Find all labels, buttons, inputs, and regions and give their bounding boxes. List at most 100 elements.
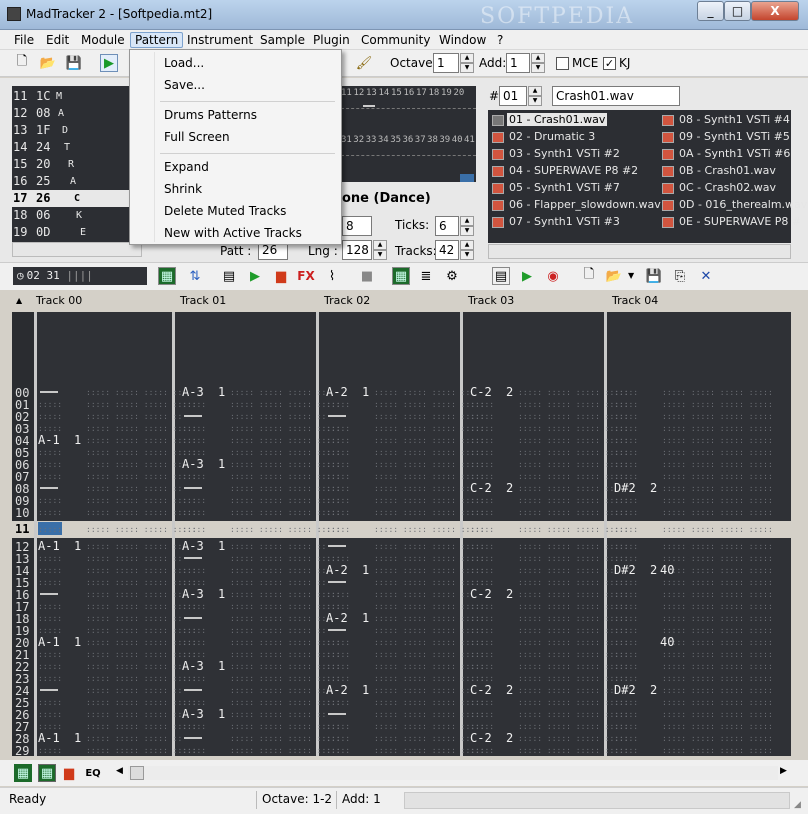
bottom-grid-icon[interactable]: ▦	[38, 764, 56, 782]
open-folder-icon[interactable]: 📂	[39, 54, 57, 72]
volume-value[interactable]: 2	[506, 587, 513, 601]
tracks-input[interactable]: 42	[435, 240, 459, 260]
bars-icon[interactable]: ▆	[272, 267, 290, 285]
note-value[interactable]: A-2	[326, 683, 348, 697]
note-off-marker[interactable]	[328, 713, 346, 715]
mce-checkbox[interactable]	[556, 57, 569, 70]
lng-up-button[interactable]: ▲	[373, 240, 387, 250]
menu-edit[interactable]: Edit	[42, 32, 73, 48]
track-header[interactable]: Track 04	[612, 294, 658, 307]
note-value[interactable]: A-1	[38, 539, 60, 553]
menu-module[interactable]: Module	[77, 32, 129, 48]
note-value[interactable]: C-2	[470, 481, 492, 495]
add-input[interactable]: 1	[506, 53, 530, 73]
tracks-down-button[interactable]: ▼	[460, 250, 474, 260]
save-sample-icon[interactable]: 💾	[645, 267, 663, 285]
lng-down-button[interactable]: ▼	[373, 250, 387, 260]
menu-window[interactable]: Window	[435, 32, 490, 48]
menu-shrink[interactable]: Shrink	[164, 182, 202, 196]
horizontal-scrollbar[interactable]	[128, 766, 778, 780]
volume-value[interactable]: 1	[218, 539, 225, 553]
note-value[interactable]: A-3	[182, 539, 204, 553]
add-up-button[interactable]: ▲	[531, 53, 545, 63]
volume-value[interactable]: 2	[506, 385, 513, 399]
volume-value[interactable]: 2	[650, 481, 657, 495]
paint-icon[interactable]: 🖌	[355, 54, 373, 72]
instrument-up-button[interactable]: ▲	[528, 86, 542, 96]
instrument-item[interactable]: 0B - Crash01.wav	[660, 163, 790, 180]
order-row[interactable]: 11 1C M	[12, 88, 142, 105]
add-down-button[interactable]: ▼	[531, 63, 545, 73]
note-off-marker[interactable]	[328, 581, 346, 583]
horizontal-scroll-thumb[interactable]	[130, 766, 144, 780]
instrument-item[interactable]: 0C - Crash02.wav	[660, 180, 790, 197]
instrument-list-scrollbar[interactable]	[488, 244, 791, 259]
volume-value[interactable]: 1	[218, 385, 225, 399]
ticks-down-button[interactable]: ▼	[460, 226, 474, 236]
track-header[interactable]: Track 03	[468, 294, 514, 307]
note-value[interactable]: A-1	[38, 433, 60, 447]
effect-value[interactable]: 40	[660, 563, 674, 577]
order-row[interactable]: 16 25 A	[12, 173, 142, 190]
order-row[interactable]: 13 1F D	[12, 122, 142, 139]
note-off-marker[interactable]	[328, 545, 346, 547]
note-value[interactable]: A-2	[326, 385, 348, 399]
volume-value[interactable]: 1	[218, 457, 225, 471]
scroll-left-icon[interactable]: ◀	[116, 766, 123, 776]
instrument-item[interactable]: 08 - Synth1 VSTi #4	[660, 112, 790, 129]
note-value[interactable]: A-3	[182, 457, 204, 471]
instrument-item[interactable]: 03 - Synth1 VSTi #2	[490, 146, 658, 163]
order-row[interactable]: 12 08 A	[12, 105, 142, 122]
new-sample-icon[interactable]: 🗋	[580, 267, 598, 285]
note-off-marker[interactable]	[328, 629, 346, 631]
menu-new-with-active-tracks[interactable]: New with Active Tracks	[164, 226, 302, 240]
instrument-item[interactable]: 05 - Synth1 VSTi #7	[490, 180, 658, 197]
volume-value[interactable]: 1	[362, 563, 369, 577]
scroll-right-icon[interactable]: ▶	[780, 766, 787, 776]
order-list[interactable]: 11 1C M 12 08 A 13 1F D 14 24 T 15 20 R 16 25 A 17 26 C 18 06 K…	[12, 86, 142, 242]
note-off-marker[interactable]	[40, 689, 58, 691]
order-row[interactable]: 17 26 C	[12, 190, 142, 207]
note-off-marker[interactable]	[184, 487, 202, 489]
menu-pattern[interactable]: Pattern	[130, 32, 184, 48]
lng-input[interactable]: 128	[342, 240, 372, 260]
note-value[interactable]: C-2	[470, 587, 492, 601]
menu-community[interactable]: Community	[357, 32, 434, 48]
volume-value[interactable]: 1	[362, 683, 369, 697]
instrument-item[interactable]: 07 - Synth1 VSTi #3	[490, 214, 658, 231]
track-header[interactable]: Track 00	[36, 294, 82, 307]
volume-value[interactable]: 1	[74, 635, 81, 649]
note-value[interactable]: C-2	[470, 683, 492, 697]
note-off-marker[interactable]	[40, 391, 58, 393]
speed-input[interactable]: 8	[342, 216, 372, 236]
note-value[interactable]: C-2	[470, 385, 492, 399]
note-value[interactable]: A-3	[182, 587, 204, 601]
menu-instrument[interactable]: Instrument	[183, 32, 257, 48]
volume-value[interactable]: 2	[506, 731, 513, 745]
note-off-marker[interactable]	[184, 737, 202, 739]
minimize-button[interactable]: _	[697, 1, 724, 21]
instrument-item[interactable]: 06 - Flapper_slowdown.wav	[490, 197, 661, 214]
menu-help[interactable]: ?	[493, 32, 507, 48]
menu-drums-patterns[interactable]: Drums Patterns	[164, 108, 257, 122]
volume-value[interactable]: 2	[506, 683, 513, 697]
instrument-item[interactable]: 0D - 016_therealm.wav	[660, 197, 807, 214]
ticks-input[interactable]: 6	[435, 216, 459, 236]
note-value[interactable]: D#2	[614, 683, 636, 697]
bottom-eq-icon[interactable]: EQ	[84, 764, 102, 782]
bottom-edit-icon[interactable]: ▦	[14, 764, 32, 782]
instrument-down-button[interactable]: ▼	[528, 96, 542, 106]
note-value[interactable]: A-2	[326, 563, 348, 577]
menu-load[interactable]: Load...	[164, 56, 204, 70]
volume-value[interactable]: 1	[74, 433, 81, 447]
pattern-editor[interactable]: 00 01 02 03 04 05 06 07 08 09 10 11 12 13 14 15 16 17 18 19…	[12, 312, 791, 758]
instrument-item[interactable]: 0E - SUPERWAVE P8 #	[660, 214, 801, 231]
new-file-icon[interactable]: 🗋	[13, 54, 31, 72]
octave-input[interactable]: 1	[433, 53, 459, 73]
volume-value[interactable]: 1	[218, 587, 225, 601]
app-icon[interactable]	[7, 7, 21, 21]
export-icon[interactable]: ⎘	[671, 267, 689, 285]
save-icon[interactable]: 💾	[65, 54, 83, 72]
octave-down-button[interactable]: ▼	[460, 63, 474, 73]
instrument-name-input[interactable]: Crash01.wav	[552, 86, 680, 106]
